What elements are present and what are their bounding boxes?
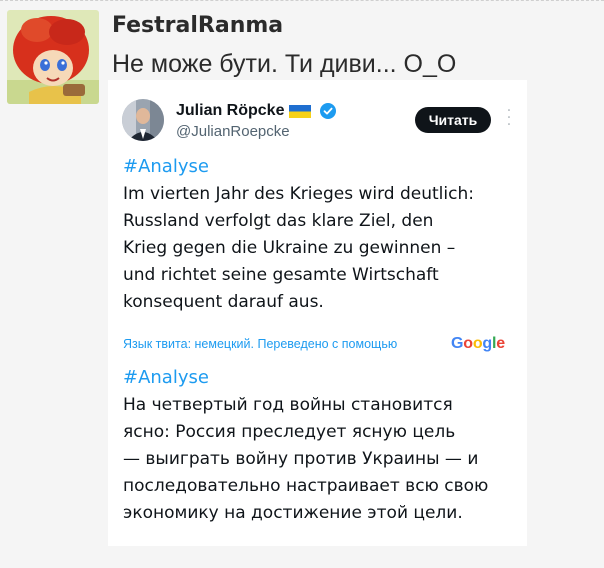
google-logo: Google [451, 335, 505, 352]
original-tweet-text: Im vierten Jahr des Krieges wird deutlic… [123, 181, 523, 316]
translation-note: Язык твита: немецкий. Переведено с помощ… [123, 337, 398, 351]
more-options-icon[interactable]: · · · [504, 104, 514, 132]
verified-badge-icon [320, 103, 336, 119]
translated-line: последовательно настраивает всю свою [123, 476, 489, 496]
translated-line: экономику на достижение этой цели. [123, 503, 463, 523]
translated-hashtag[interactable]: #Analyse [123, 367, 209, 388]
tweet-author-avatar[interactable] [122, 99, 164, 141]
post-message: Не може бути. Ти диви... О_О [112, 50, 457, 78]
tweet-author-name[interactable]: Julian Röpcke [176, 102, 284, 120]
translated-tweet-text: На четвертый год войны становится ясно: … [123, 392, 523, 527]
translated-line: ясно: Россия преследует ясную цель [123, 422, 456, 442]
tweet-author-handle[interactable]: @JulianRoepcke [176, 123, 290, 140]
embedded-tweet-card: Julian Röpcke @JulianRoepcke Читать · · · … [108, 80, 527, 546]
original-line: Krieg gegen die Ukraine zu gewinnen – [123, 238, 456, 258]
original-line: konsequent darauf aus. [123, 292, 324, 312]
read-button[interactable]: Читать [415, 107, 491, 133]
original-line: und richtet seine gesamte Wirtschaft [123, 265, 439, 285]
post-username[interactable]: FestralRanma [112, 13, 283, 38]
translated-line: — выиграть войну против Украины — и [123, 449, 479, 469]
original-line: Russland verfolgt das klare Ziel, den [123, 211, 434, 231]
user-avatar[interactable] [7, 10, 99, 104]
original-line: Im vierten Jahr des Krieges wird deutlic… [123, 184, 474, 204]
translated-line: На четвертый год войны становится [123, 395, 453, 415]
top-divider [0, 0, 604, 1]
original-hashtag[interactable]: #Analyse [123, 156, 209, 177]
ukraine-flag-icon [289, 105, 311, 118]
